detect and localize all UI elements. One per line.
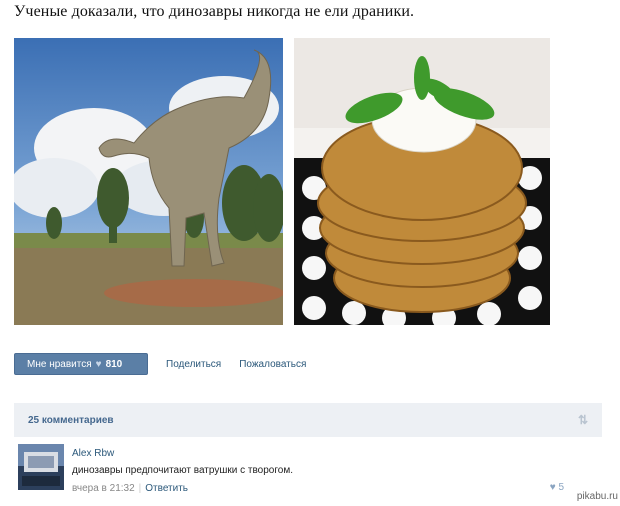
comment-time[interactable]: вчера в 21:32 bbox=[72, 483, 135, 494]
comment-meta: вчера в 21:32 | Ответить bbox=[72, 483, 188, 494]
post-text: Ученые доказали, что динозавры никогда н… bbox=[14, 3, 415, 20]
dinosaur-photo[interactable] bbox=[14, 38, 283, 325]
report-link[interactable]: Пожаловаться bbox=[239, 359, 306, 370]
post-actions: Мне нравится ♥ 810 Поделиться Пожаловать… bbox=[14, 353, 306, 375]
comment-item: Alex Rbw динозавры предпочитают ватрушки… bbox=[14, 438, 602, 500]
reply-link[interactable]: Ответить bbox=[145, 483, 188, 494]
comments-count: 25 комментариев bbox=[28, 414, 114, 426]
heart-icon: ♥ bbox=[95, 358, 102, 370]
heart-icon: ♥ bbox=[549, 482, 556, 493]
share-link[interactable]: Поделиться bbox=[166, 359, 221, 370]
comments-header[interactable]: 25 комментариев ⇅ bbox=[14, 403, 602, 437]
meta-separator: | bbox=[138, 483, 142, 494]
watermark: pikabu.ru bbox=[576, 491, 618, 502]
potato-pancakes-photo[interactable] bbox=[294, 38, 550, 325]
avatar[interactable] bbox=[18, 444, 64, 490]
like-count: 810 bbox=[105, 358, 123, 370]
comment-like-count: 5 bbox=[558, 482, 564, 493]
comment-like[interactable]: ♥ 5 bbox=[550, 482, 564, 493]
like-button[interactable]: Мне нравится ♥ 810 bbox=[14, 353, 148, 375]
comment-text: динозавры предпочитают ватрушки с творог… bbox=[72, 465, 293, 476]
like-button-label: Мне нравится bbox=[27, 358, 92, 370]
sort-icon[interactable]: ⇅ bbox=[578, 413, 588, 427]
comment-author[interactable]: Alex Rbw bbox=[72, 448, 114, 459]
